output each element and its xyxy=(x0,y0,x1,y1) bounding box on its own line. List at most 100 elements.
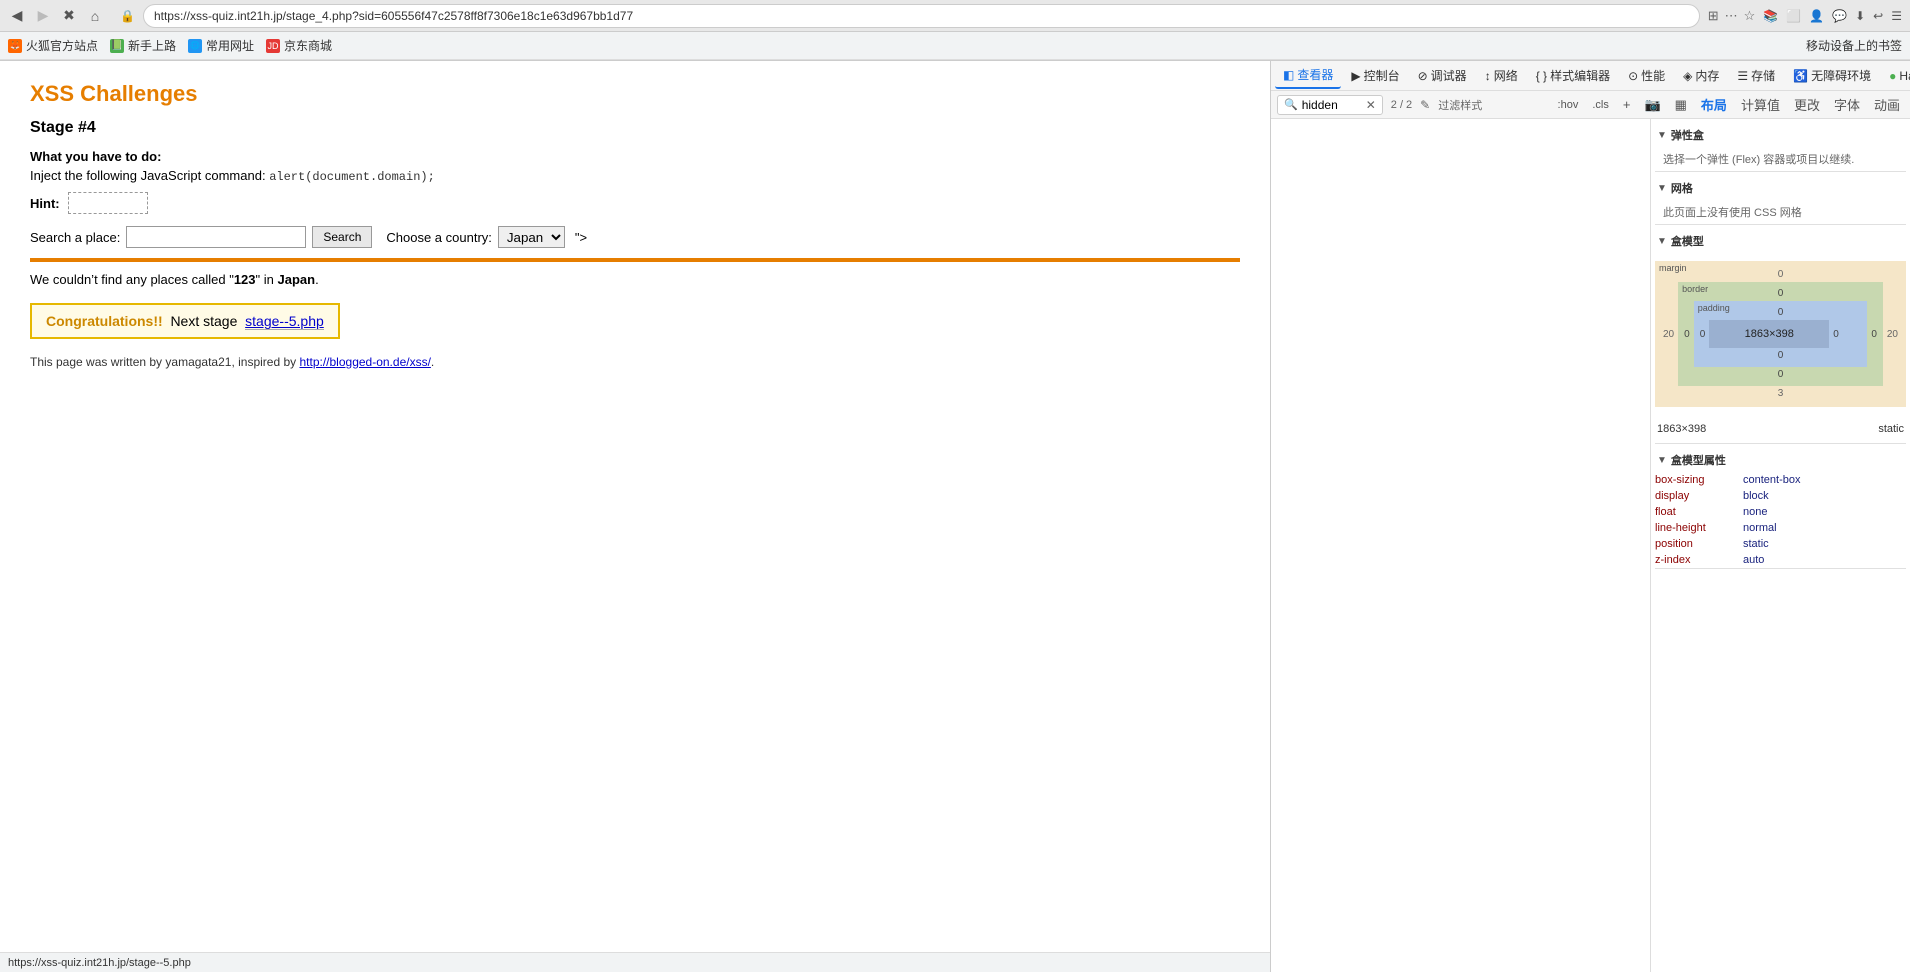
stage-title: Stage #4 xyxy=(30,119,1240,137)
storage-icon: ☰ xyxy=(1737,69,1748,83)
padding-label: padding xyxy=(1698,303,1730,313)
devtools-body: ▼ 弹性盒 选择一个弹性 (Flex) 容器或项目以继续. ▼ 网格 此页面上没… xyxy=(1271,119,1910,972)
performance-icon: ⊙ xyxy=(1628,69,1638,83)
devtools-right-panel: ▼ 弹性盒 选择一个弹性 (Flex) 容器或项目以继续. ▼ 网格 此页面上没… xyxy=(1650,119,1910,972)
page-content: XSS Challenges Stage #4 What you have to… xyxy=(0,61,1270,389)
bookmark-favicon-firefox: 🦊 xyxy=(8,39,22,53)
devtools-tab-storage[interactable]: ☰ 存储 xyxy=(1729,63,1783,88)
devtools-tab-style-editor[interactable]: { } 样式编辑器 xyxy=(1528,63,1618,88)
bookmarks-icon[interactable]: ⊞ xyxy=(1708,8,1719,24)
devtools-tab-debugger[interactable]: ⊘ 调试器 xyxy=(1410,63,1475,88)
inspector-icon: ◧ xyxy=(1283,68,1294,82)
accessibility-label: 无障碍环境 xyxy=(1811,67,1871,84)
flex-section-content: 选择一个弹性 (Flex) 容器或项目以继续. xyxy=(1655,147,1906,171)
profile-icon[interactable]: 👤 xyxy=(1809,9,1824,23)
box-model-props-section: ▼ 盒模型属性 box-sizing content-box display b… xyxy=(1655,448,1906,569)
bookmark-jd[interactable]: JD 京东商城 xyxy=(266,37,332,54)
pseudo-btn[interactable]: :hov xyxy=(1554,97,1583,113)
layout-btn[interactable]: 布局 xyxy=(1697,93,1731,116)
screenshot-btn[interactable]: 📷 xyxy=(1640,95,1664,115)
bookmark-firefox[interactable]: 🦊 火狐官方站点 xyxy=(8,37,98,54)
reload-button[interactable]: ✖ xyxy=(60,7,78,25)
history-icon[interactable]: 📚 xyxy=(1763,9,1778,23)
memory-label: 内存 xyxy=(1695,67,1719,84)
bookmark-label-jd: 京东商城 xyxy=(284,37,332,54)
filter-label: 过滤样式 xyxy=(1438,97,1482,113)
bookmark-favicon-newbie: 📗 xyxy=(110,39,124,53)
no-element-text xyxy=(1275,123,1646,139)
address-bar[interactable]: https://xss-quiz.int21h.jp/stage_4.php?s… xyxy=(143,4,1700,28)
performance-label: 性能 xyxy=(1641,67,1665,84)
grid-section-header[interactable]: ▼ 网格 xyxy=(1655,176,1906,200)
position-static: static xyxy=(1878,423,1904,435)
fonts-btn[interactable]: 字体 xyxy=(1830,93,1864,116)
bookmark-label-common: 常用网址 xyxy=(206,37,254,54)
box-model-section-header[interactable]: ▼ 盒模型 xyxy=(1655,229,1906,253)
box-model-content: 1863×398 xyxy=(1709,320,1829,348)
prop-line-height-value: normal xyxy=(1743,522,1777,534)
next-stage-text: Next stage xyxy=(170,313,237,329)
chat-icon[interactable]: 💬 xyxy=(1832,9,1847,23)
bookmark-common[interactable]: 🌐 常用网址 xyxy=(188,37,254,54)
computed-btn[interactable]: 计算值 xyxy=(1737,93,1784,116)
cls-btn[interactable]: .cls xyxy=(1588,97,1613,113)
border-label: border xyxy=(1682,284,1708,294)
search-label: Search a place: xyxy=(30,230,120,245)
devtools-search-input[interactable] xyxy=(1302,98,1362,112)
back-button[interactable]: ◀ xyxy=(8,7,26,25)
footer-link[interactable]: http://blogged-on.de/xss/ xyxy=(299,355,430,369)
box-model-padding: padding 0 0 1863×398 xyxy=(1694,301,1868,367)
country-label: Choose a country: xyxy=(386,230,492,245)
devtools-tab-hackbar[interactable]: ● HackBar xyxy=(1881,65,1910,87)
more-menu-icon[interactable]: ⋯ xyxy=(1725,8,1738,24)
forward-button[interactable]: ▶ xyxy=(34,7,52,25)
prop-position: position static xyxy=(1655,536,1906,552)
devtools-tab-inspector[interactable]: ◧ 查看器 xyxy=(1275,62,1341,89)
devtools-panel: ◧ 查看器 ▶ 控制台 ⊘ 调试器 ↕ 网络 { } 样式编辑器 ⊙ 性能 xyxy=(1270,61,1910,972)
add-style-btn[interactable]: + xyxy=(1619,95,1635,114)
network-icon: ↕ xyxy=(1485,69,1491,83)
prop-float-value: none xyxy=(1743,506,1767,518)
url-text: https://xss-quiz.int21h.jp/stage_4.php?s… xyxy=(154,9,633,23)
grid-btn[interactable]: ▦ xyxy=(1671,95,1691,115)
orange-bar xyxy=(30,258,1240,262)
security-icon: 🔒 xyxy=(120,9,135,23)
box-model-margin: margin 0 20 border 0 xyxy=(1655,261,1906,407)
box-model-props-header[interactable]: ▼ 盒模型属性 xyxy=(1655,448,1906,472)
devtools-search-box[interactable]: 🔍 ✕ xyxy=(1277,95,1383,115)
box-model-border: border 0 0 padding xyxy=(1678,282,1883,386)
changes-btn[interactable]: 更改 xyxy=(1790,93,1824,116)
devtools-tab-accessibility[interactable]: ♿ 无障碍环境 xyxy=(1785,63,1879,88)
devtools-tab-console[interactable]: ▶ 控制台 xyxy=(1343,63,1407,88)
box-model-diagram: margin 0 20 border 0 xyxy=(1655,261,1906,407)
page-title: XSS Challenges xyxy=(30,81,1240,107)
memory-icon: ◈ xyxy=(1683,69,1692,83)
devtools-tab-memory[interactable]: ◈ 内存 xyxy=(1675,63,1727,88)
menu-icon[interactable]: ☰ xyxy=(1891,9,1902,23)
animations-btn[interactable]: 动画 xyxy=(1870,93,1904,116)
flex-section-title: 弹性盒 xyxy=(1671,127,1704,143)
tabs-icon[interactable]: ⬜ xyxy=(1786,9,1801,23)
devtools-tab-performance[interactable]: ⊙ 性能 xyxy=(1620,63,1673,88)
footer-text: This page was written by yamagata21, ins… xyxy=(30,355,1240,369)
status-url: https://xss-quiz.int21h.jp/stage--5.php xyxy=(8,957,191,969)
search-input[interactable] xyxy=(126,226,306,248)
margin-label: margin xyxy=(1659,263,1687,273)
flex-section-header[interactable]: ▼ 弹性盒 xyxy=(1655,123,1906,147)
undo-icon[interactable]: ↩ xyxy=(1873,9,1883,23)
task-label: What you have to do: xyxy=(30,149,1240,164)
edit-icon[interactable]: ✎ xyxy=(1420,98,1430,112)
margin-right-value: 20 xyxy=(1887,329,1898,340)
next-stage-link[interactable]: stage--5.php xyxy=(245,313,324,330)
country-select[interactable]: Japan USA China Korea xyxy=(498,226,565,248)
star-icon[interactable]: ☆ xyxy=(1744,8,1756,24)
box-model-triangle-icon: ▼ xyxy=(1657,236,1667,247)
debugger-label: 调试器 xyxy=(1431,67,1467,84)
dimensions-value: 1863×398 xyxy=(1657,419,1706,439)
devtools-tab-network[interactable]: ↕ 网络 xyxy=(1477,63,1526,88)
search-button[interactable]: Search xyxy=(312,226,372,248)
devtools-clear-icon[interactable]: ✕ xyxy=(1366,98,1376,112)
home-button[interactable]: ⌂ xyxy=(86,7,104,25)
pocket-icon[interactable]: ⬇ xyxy=(1855,9,1865,23)
bookmark-newbie[interactable]: 📗 新手上路 xyxy=(110,37,176,54)
